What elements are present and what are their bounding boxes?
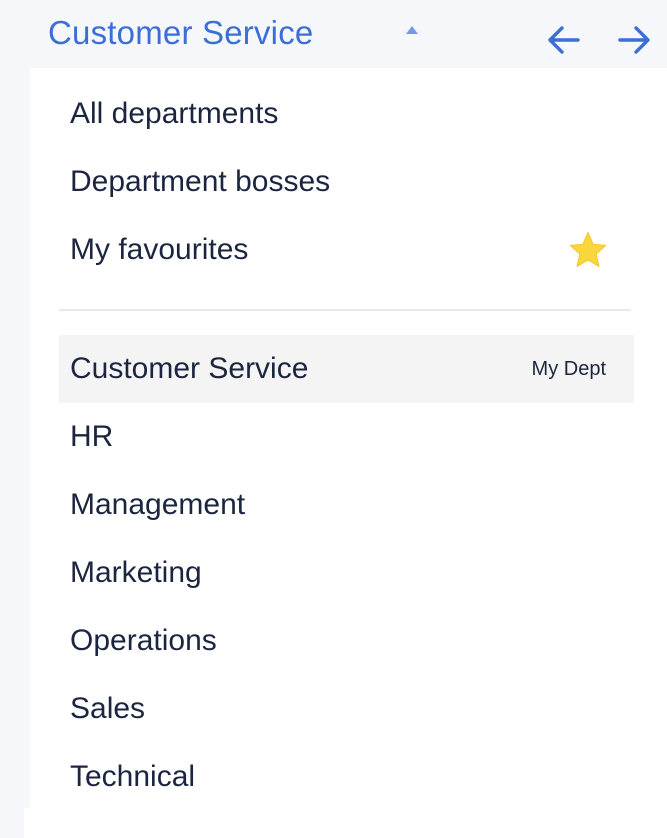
current-department-title: Customer Service [48,14,314,51]
department-picker-page: Customer Service All departments Departm… [0,0,667,838]
department-label: Management [70,488,246,521]
department-header: Customer Service [0,0,667,68]
department-label: Sales [70,692,146,725]
department-item-management[interactable]: Management [59,471,634,539]
department-label: HR [70,420,114,453]
department-item-sales[interactable]: Sales [59,675,634,743]
menu-divider [59,309,631,311]
arrow-left-icon [548,26,580,54]
star-icon [569,232,607,267]
department-menu: All departments Department bosses My fav… [30,68,667,808]
filter-label: All departments [70,97,279,130]
filter-all-departments[interactable]: All departments [59,80,634,148]
caret-up-icon[interactable] [406,26,418,34]
department-label: Operations [70,624,217,657]
my-dept-badge: My Dept [531,357,606,380]
department-item-hr[interactable]: HR [59,403,634,471]
department-label: Customer Service [70,352,309,385]
next-department-button[interactable] [614,20,654,60]
filter-label: My favourites [70,233,249,266]
filter-my-favourites[interactable]: My favourites [59,216,634,284]
department-label: Technical [70,760,196,793]
department-item-customer-service[interactable]: Customer Service My Dept [59,335,634,403]
previous-department-button[interactable] [544,20,584,60]
arrow-right-icon [618,26,650,54]
filter-label: Department bosses [70,165,331,198]
menu-footer [24,808,667,838]
filter-department-bosses[interactable]: Department bosses [59,148,634,216]
department-dropdown-toggle[interactable]: Customer Service [48,10,313,56]
department-item-marketing[interactable]: Marketing [59,539,634,607]
department-item-operations[interactable]: Operations [59,607,634,675]
department-item-technical[interactable]: Technical [59,743,634,811]
department-label: Marketing [70,556,202,589]
